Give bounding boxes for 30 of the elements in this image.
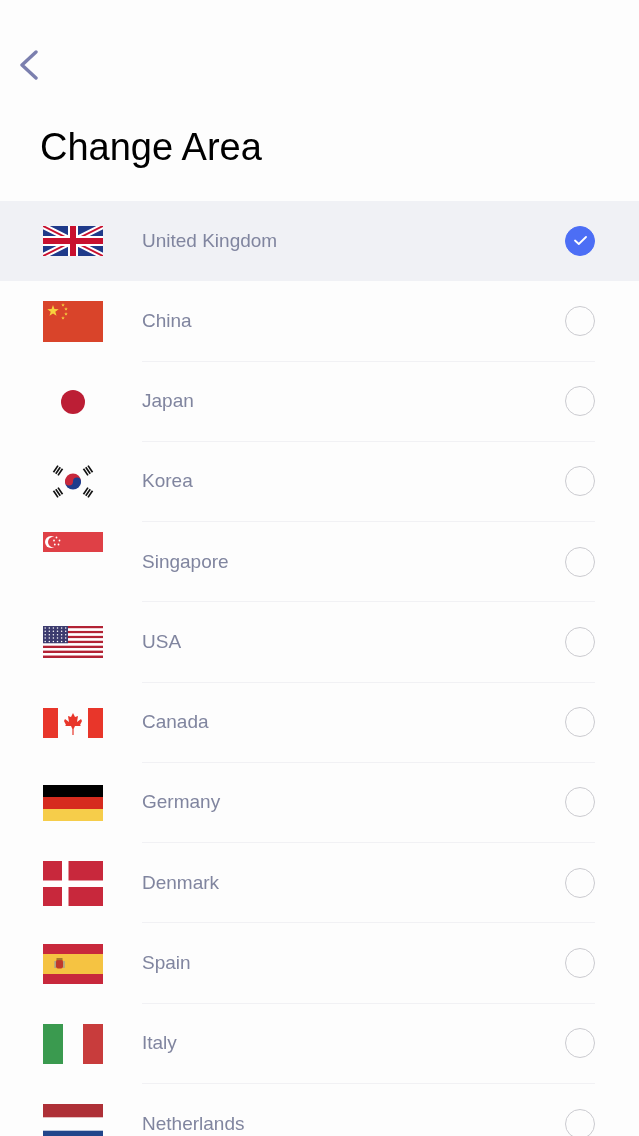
country-name: USA	[142, 630, 183, 653]
netherlands-flag-icon	[43, 1104, 103, 1136]
country-name: United Kingdom	[142, 229, 279, 252]
country-name: Singapore	[142, 550, 230, 573]
uk-flag-icon	[43, 226, 103, 257]
usa-flag-icon	[43, 626, 103, 659]
country-name: Denmark	[142, 871, 221, 894]
country-name: China	[142, 309, 193, 332]
page-title: Change Area	[40, 125, 262, 169]
korea-flag-icon	[52, 465, 94, 499]
country-name: Italy	[142, 1032, 178, 1055]
china-flag-icon	[43, 300, 103, 342]
spain-flag-icon	[43, 943, 103, 984]
country-name: Canada	[142, 711, 210, 734]
germany-flag-icon	[43, 785, 103, 821]
country-name: Germany	[142, 791, 222, 814]
country-name: Japan	[142, 390, 195, 413]
canada-flag-icon	[43, 707, 103, 738]
back-button[interactable]	[20, 50, 38, 80]
country-name: Korea	[142, 470, 194, 493]
singapore-flag-icon	[43, 532, 103, 553]
radio-button[interactable]	[565, 225, 595, 256]
selected-row-highlight[interactable]: United Kingdom	[0, 201, 639, 282]
italy-flag-icon	[43, 1023, 103, 1064]
denmark-flag-icon	[43, 860, 103, 906]
country-name: Netherlands	[142, 1112, 246, 1135]
japan-flag-icon	[61, 389, 85, 414]
checkmark-icon	[573, 236, 587, 246]
chevron-left-icon	[20, 50, 38, 80]
country-name: Spain	[142, 952, 192, 974]
